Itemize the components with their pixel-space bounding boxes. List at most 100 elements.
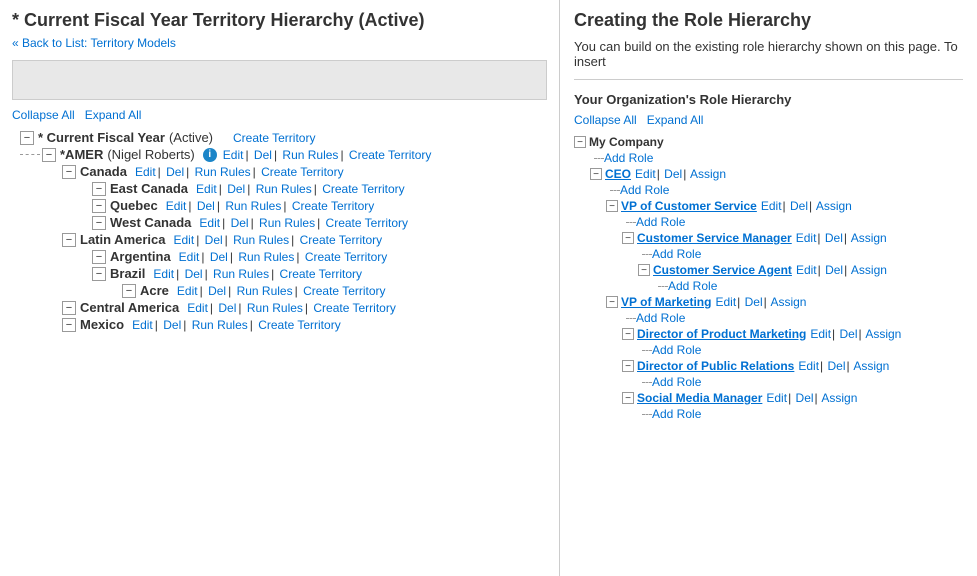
toggle-argentina[interactable]: − (92, 250, 106, 264)
toggle-amer[interactable]: − (42, 148, 56, 162)
run-rules-canada[interactable]: Run Rules (195, 165, 251, 179)
toggle-brazil[interactable]: − (92, 267, 106, 281)
run-rules-argentina[interactable]: Run Rules (238, 250, 294, 264)
toggle-central-america[interactable]: − (62, 301, 76, 315)
toggle-east-canada[interactable]: − (92, 182, 106, 196)
back-link[interactable]: « Back to List: Territory Models (12, 36, 176, 50)
toggle-dir-product-marketing[interactable]: − (622, 328, 634, 340)
add-role-my-company-link[interactable]: Add Role (604, 151, 653, 165)
create-territory-quebec[interactable]: Create Territory (292, 199, 374, 213)
create-territory-mexico[interactable]: Create Territory (258, 318, 340, 332)
create-territory-canada[interactable]: Create Territory (261, 165, 343, 179)
edit-mexico[interactable]: Edit (132, 318, 153, 332)
role-name-vp-marketing[interactable]: VP of Marketing (621, 295, 711, 309)
run-rules-quebec[interactable]: Run Rules (225, 199, 281, 213)
toggle-west-canada[interactable]: − (92, 216, 106, 230)
toggle-canada[interactable]: − (62, 165, 76, 179)
toggle-cs-manager[interactable]: − (622, 232, 634, 244)
assign-cs-manager[interactable]: Assign (851, 231, 887, 245)
assign-social-media-manager[interactable]: Assign (821, 391, 857, 405)
create-territory-root[interactable]: Create Territory (233, 131, 315, 145)
toggle-vp-customer[interactable]: − (606, 200, 618, 212)
toggle-quebec[interactable]: − (92, 199, 106, 213)
create-territory-latin-america[interactable]: Create Territory (300, 233, 382, 247)
assign-ceo[interactable]: Assign (690, 167, 726, 181)
run-rules-west-canada[interactable]: Run Rules (259, 216, 315, 230)
run-rules-mexico[interactable]: Run Rules (192, 318, 248, 332)
toggle-ceo[interactable]: − (590, 168, 602, 180)
add-role-vp-customer-link[interactable]: Add Role (636, 215, 685, 229)
del-quebec[interactable]: Del (197, 199, 215, 213)
toggle-latin-america[interactable]: − (62, 233, 76, 247)
role-name-dir-public-relations[interactable]: Director of Public Relations (637, 359, 794, 373)
toggle-dir-public-relations[interactable]: − (622, 360, 634, 372)
del-east-canada[interactable]: Del (227, 182, 245, 196)
run-rules-central-america[interactable]: Run Rules (247, 301, 303, 315)
toggle-my-company[interactable]: − (574, 136, 586, 148)
assign-vp-marketing[interactable]: Assign (770, 295, 806, 309)
edit-dir-public-relations[interactable]: Edit (798, 359, 819, 373)
add-role-dir-product-marketing-link[interactable]: Add Role (652, 343, 701, 357)
toggle-root[interactable]: − (20, 131, 34, 145)
run-rules-acre[interactable]: Run Rules (237, 284, 293, 298)
assign-cs-agent[interactable]: Assign (851, 263, 887, 277)
edit-brazil[interactable]: Edit (153, 267, 174, 281)
role-name-dir-product-marketing[interactable]: Director of Product Marketing (637, 327, 806, 341)
run-rules-amer[interactable]: Run Rules (282, 148, 338, 162)
info-icon-amer[interactable]: i (203, 148, 217, 162)
create-territory-east-canada[interactable]: Create Territory (322, 182, 404, 196)
toggle-vp-marketing[interactable]: − (606, 296, 618, 308)
create-territory-brazil[interactable]: Create Territory (280, 267, 362, 281)
del-west-canada[interactable]: Del (231, 216, 249, 230)
edit-latin-america[interactable]: Edit (174, 233, 195, 247)
del-amer[interactable]: Del (254, 148, 272, 162)
create-territory-argentina[interactable]: Create Territory (305, 250, 387, 264)
add-role-vp-marketing-link[interactable]: Add Role (636, 311, 685, 325)
role-name-cs-manager[interactable]: Customer Service Manager (637, 231, 792, 245)
add-role-dir-public-relations-link[interactable]: Add Role (652, 375, 701, 389)
del-vp-marketing[interactable]: Del (745, 295, 763, 309)
del-dir-public-relations[interactable]: Del (828, 359, 846, 373)
create-territory-amer[interactable]: Create Territory (349, 148, 431, 162)
edit-canada[interactable]: Edit (135, 165, 156, 179)
edit-vp-marketing[interactable]: Edit (715, 295, 736, 309)
assign-dir-public-relations[interactable]: Assign (853, 359, 889, 373)
del-latin-america[interactable]: Del (205, 233, 223, 247)
run-rules-brazil[interactable]: Run Rules (213, 267, 269, 281)
edit-acre[interactable]: Edit (177, 284, 198, 298)
run-rules-latin-america[interactable]: Run Rules (233, 233, 289, 247)
add-role-ceo-link[interactable]: Add Role (620, 183, 669, 197)
toggle-mexico[interactable]: − (62, 318, 76, 332)
del-canada[interactable]: Del (166, 165, 184, 179)
del-argentina[interactable]: Del (210, 250, 228, 264)
assign-dir-product-marketing[interactable]: Assign (865, 327, 901, 341)
role-name-ceo[interactable]: CEO (605, 167, 631, 181)
toggle-social-media-manager[interactable]: − (622, 392, 634, 404)
del-social-media-manager[interactable]: Del (796, 391, 814, 405)
edit-argentina[interactable]: Edit (179, 250, 200, 264)
add-role-social-media-manager-link[interactable]: Add Role (652, 407, 701, 421)
del-ceo[interactable]: Del (664, 167, 682, 181)
del-dir-product-marketing[interactable]: Del (840, 327, 858, 341)
edit-cs-agent[interactable]: Edit (796, 263, 817, 277)
create-territory-central-america[interactable]: Create Territory (313, 301, 395, 315)
toggle-cs-agent[interactable]: − (638, 264, 650, 276)
create-territory-acre[interactable]: Create Territory (303, 284, 385, 298)
del-vp-customer[interactable]: Del (790, 199, 808, 213)
toggle-acre[interactable]: − (122, 284, 136, 298)
edit-ceo[interactable]: Edit (635, 167, 656, 181)
edit-social-media-manager[interactable]: Edit (766, 391, 787, 405)
del-acre[interactable]: Del (208, 284, 226, 298)
edit-amer[interactable]: Edit (223, 148, 244, 162)
run-rules-east-canada[interactable]: Run Rules (256, 182, 312, 196)
expand-all-right[interactable]: Expand All (647, 113, 704, 127)
assign-vp-customer[interactable]: Assign (816, 199, 852, 213)
collapse-all-right[interactable]: Collapse All (574, 113, 637, 127)
role-name-vp-customer[interactable]: VP of Customer Service (621, 199, 757, 213)
del-cs-manager[interactable]: Del (825, 231, 843, 245)
del-cs-agent[interactable]: Del (825, 263, 843, 277)
edit-central-america[interactable]: Edit (187, 301, 208, 315)
del-mexico[interactable]: Del (163, 318, 181, 332)
edit-dir-product-marketing[interactable]: Edit (810, 327, 831, 341)
add-role-cs-agent-link[interactable]: Add Role (668, 279, 717, 293)
